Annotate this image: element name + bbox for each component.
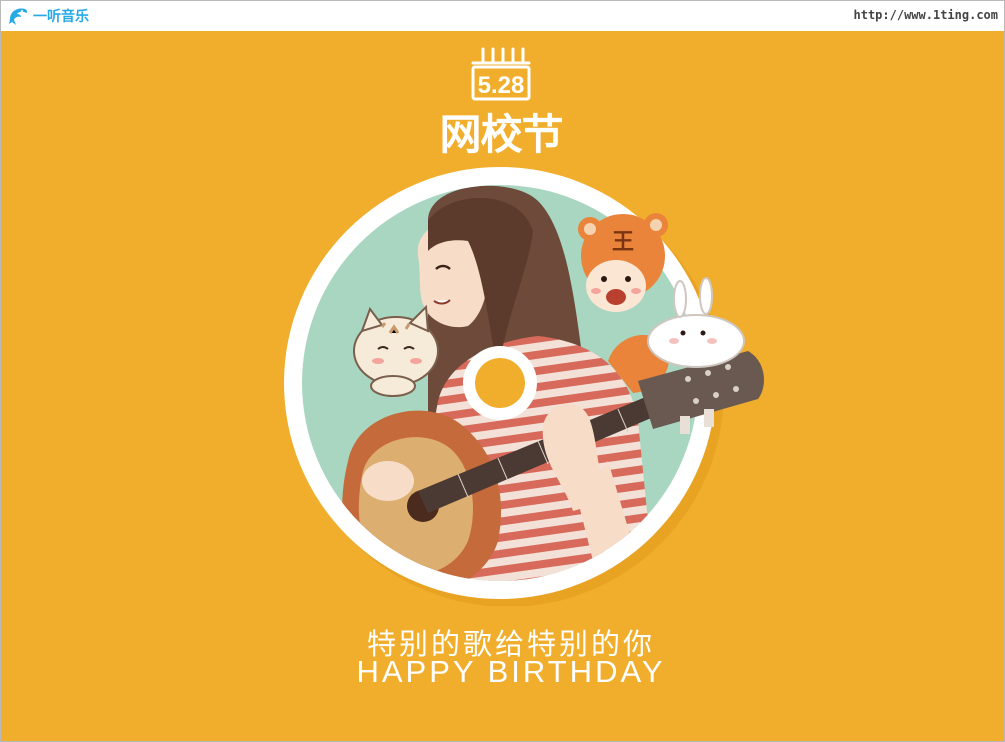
cd-illustration: 王 <box>284 167 764 606</box>
slogan-english: HAPPY BIRTHDAY <box>356 654 666 689</box>
svg-text:王: 王 <box>612 230 634 255</box>
brand-name: 一听音乐 <box>33 9 89 25</box>
cd-hole <box>475 358 525 408</box>
festival-date: 5.28 <box>478 72 525 99</box>
site-url[interactable]: http://www.1ting.com <box>854 8 999 22</box>
poster: 5.28 网校节 王 特别的歌给特别的你 HAPPY BIRTHDAY <box>1 31 1004 741</box>
festival-title: 网校节 <box>439 110 562 155</box>
festival-logo: 5.28 网校节 <box>439 47 564 155</box>
left-hand <box>362 461 414 501</box>
dolphin-icon <box>9 8 28 25</box>
brand-logo[interactable]: 一听音乐 <box>7 4 89 28</box>
app-window: 一听音乐 http://www.1ting.com 5.28 网校节 王 特别的… <box>0 0 1005 742</box>
cake-candles-icon <box>471 47 531 65</box>
top-bar: 一听音乐 http://www.1ting.com <box>1 1 1004 31</box>
